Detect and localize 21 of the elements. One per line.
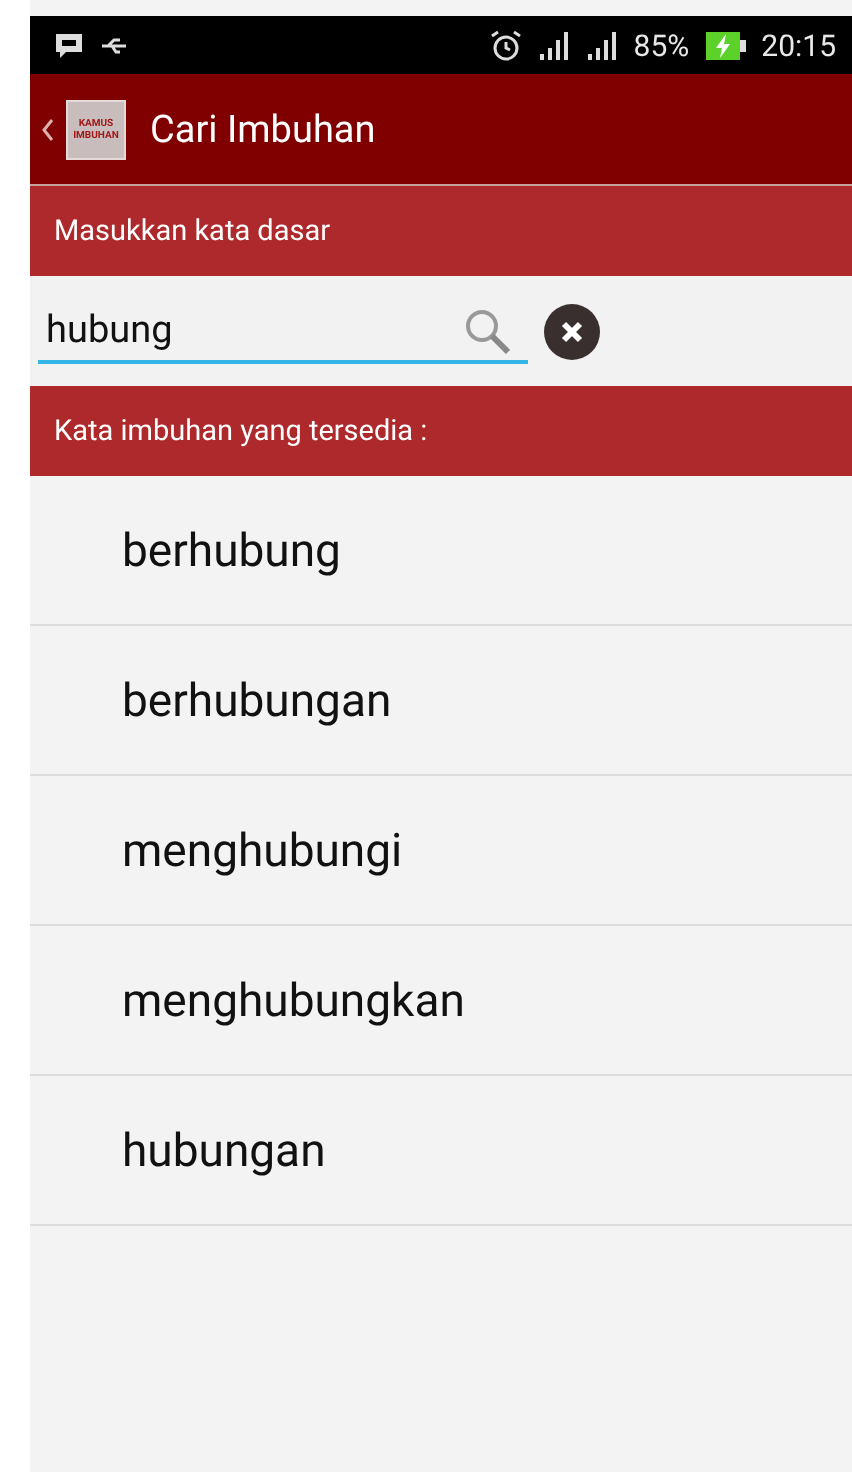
usb-icon <box>100 35 128 55</box>
result-item[interactable]: berhubung <box>30 476 852 626</box>
signal-icon <box>537 31 570 59</box>
back-chevron-icon[interactable] <box>42 117 54 141</box>
result-item[interactable]: berhubungan <box>30 626 852 776</box>
screen-title: Cari Imbuhan <box>150 106 376 152</box>
battery-percent: 85% <box>633 27 690 63</box>
battery-charging-icon <box>705 31 746 59</box>
close-icon <box>560 319 584 343</box>
section-label: Masukkan kata dasar <box>54 214 331 248</box>
clear-button[interactable] <box>544 303 600 359</box>
clock-time: 20:15 <box>761 27 836 63</box>
result-item[interactable]: menghubungi <box>30 776 852 926</box>
signal-icon <box>585 31 618 59</box>
section-label: Kata imbuhan yang tersedia : <box>54 414 428 448</box>
result-item[interactable]: menghubungkan <box>30 926 852 1076</box>
search-field[interactable]: hubung <box>38 299 528 363</box>
result-item[interactable]: hubungan <box>30 1076 852 1226</box>
search-icon[interactable] <box>464 307 512 355</box>
alarm-icon <box>489 29 522 61</box>
chat-icon <box>54 31 84 59</box>
